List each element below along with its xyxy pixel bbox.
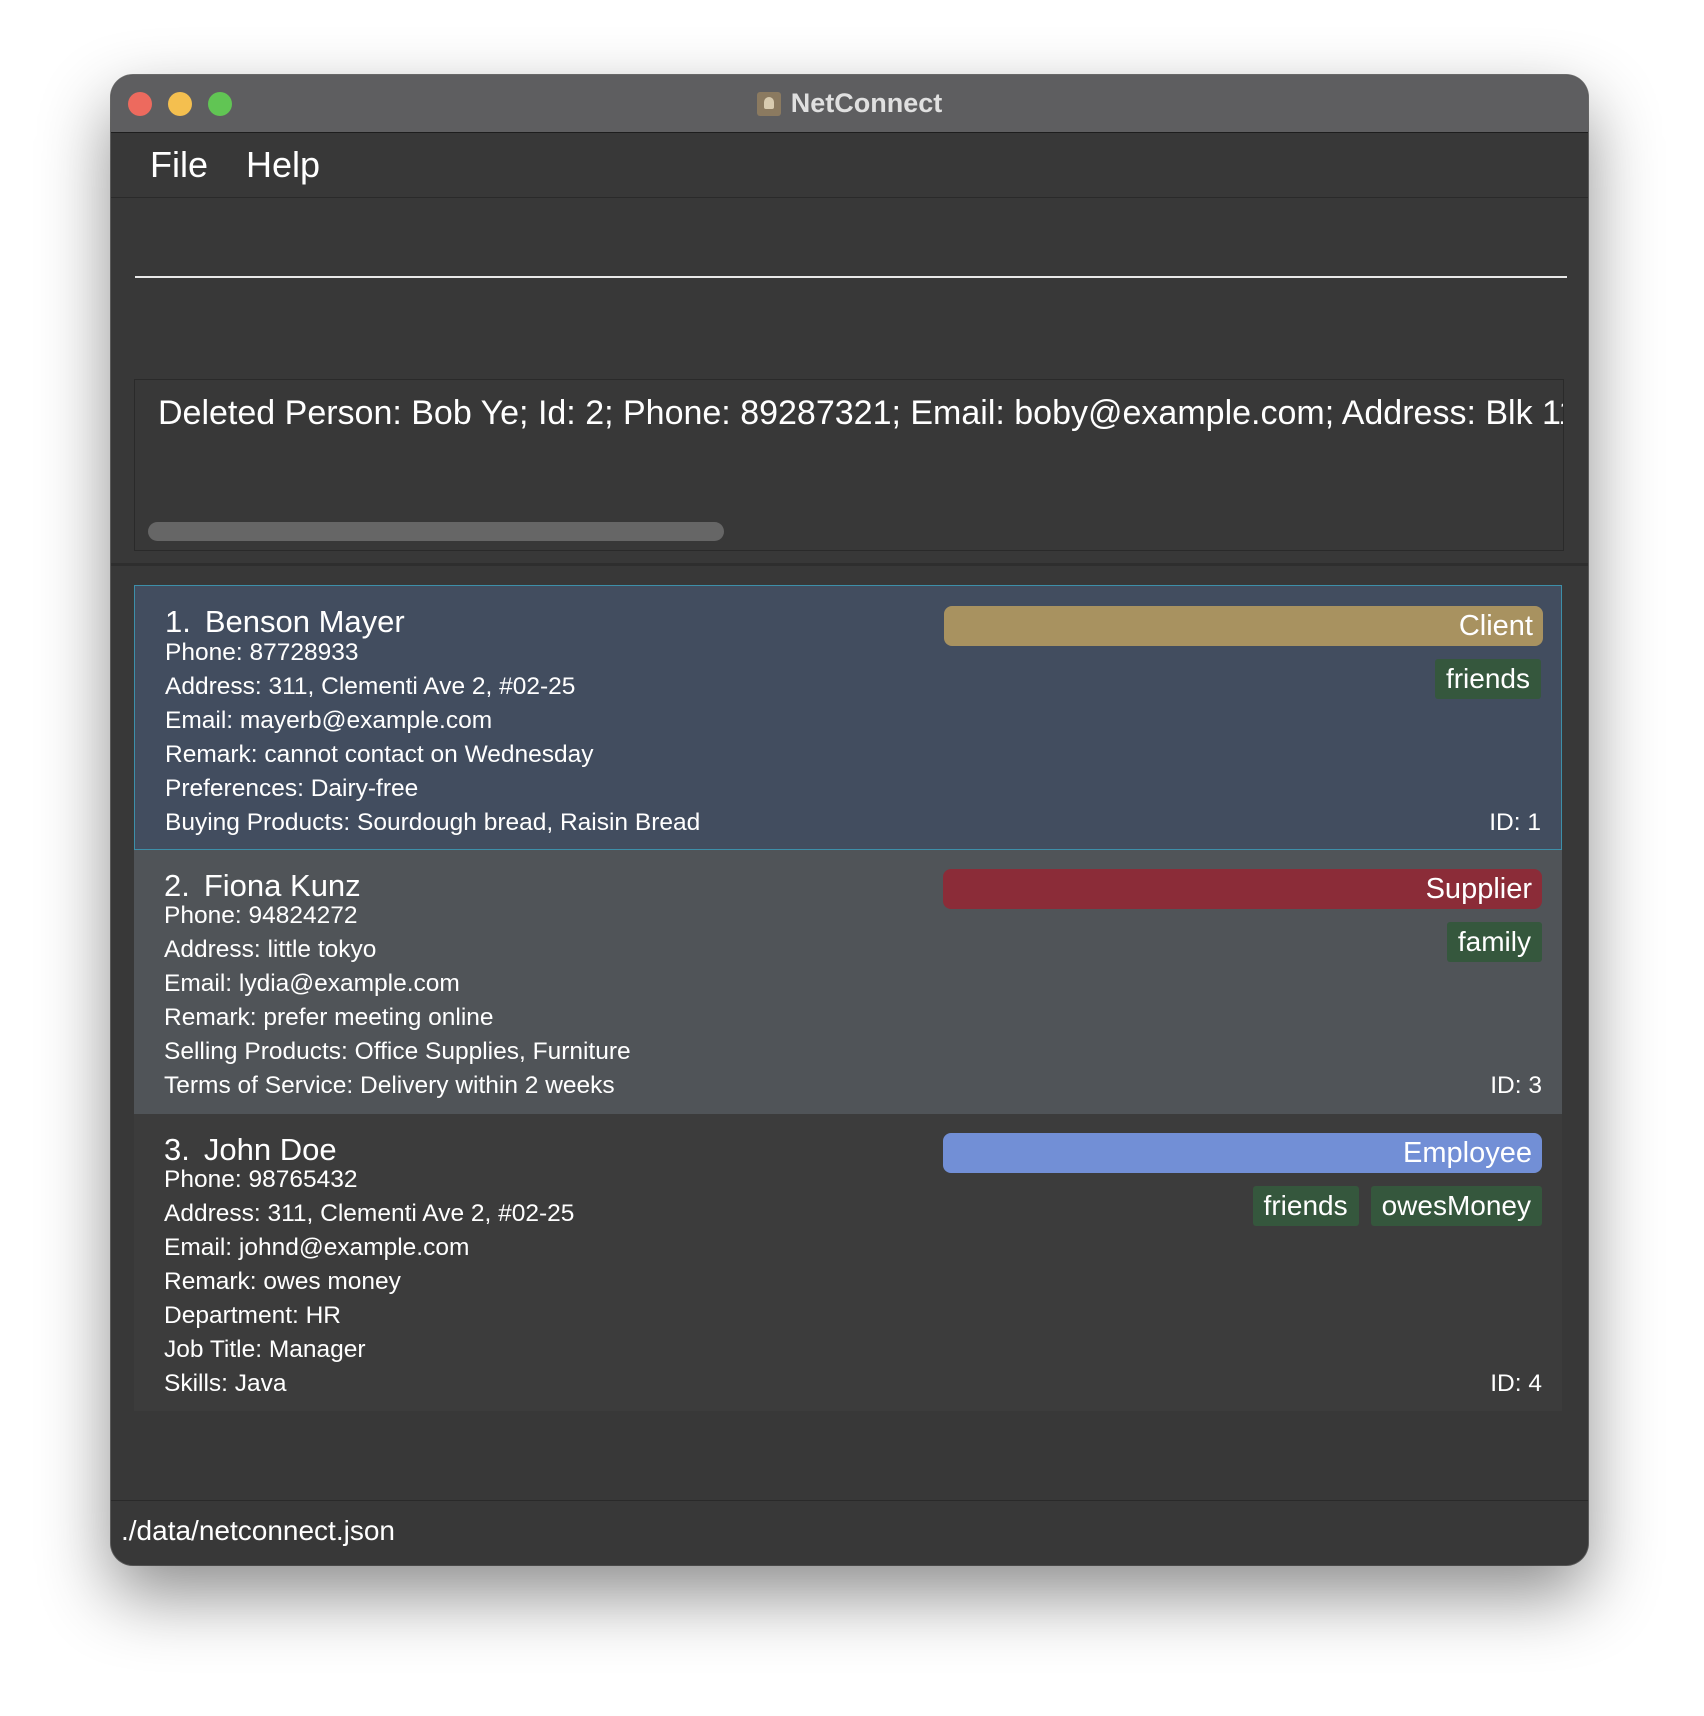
window-title: NetConnect — [790, 88, 943, 118]
person-phone: Phone: 87728933 — [165, 639, 359, 666]
person-preferences: Preferences: Dairy-free — [165, 775, 419, 802]
person-name-row: 3. John Doe — [164, 1132, 337, 1168]
status-bar: ./data/netconnect.json — [111, 1500, 1588, 1565]
person-phone: Phone: 94824272 — [164, 902, 358, 929]
person-index: 2. — [164, 868, 190, 903]
person-name: Fiona Kunz — [203, 868, 361, 903]
app-icon — [756, 91, 781, 116]
person-name-row: 2. Fiona Kunz — [164, 868, 361, 904]
person-department: Department: HR — [164, 1302, 342, 1329]
person-phone: Phone: 98765432 — [164, 1166, 358, 1193]
person-list: 1. Benson Mayer Phone: 87728933 Address: … — [134, 585, 1564, 1411]
panel-divider — [111, 563, 1588, 566]
person-index: 3. — [164, 1132, 190, 1167]
person-email: Email: mayerb@example.com — [165, 707, 493, 734]
menu-help[interactable]: Help — [242, 144, 324, 186]
save-file-path: ./data/netconnect.json — [121, 1515, 395, 1546]
tag-friends: friends — [1434, 659, 1541, 699]
tag-friends: friends — [1252, 1186, 1359, 1226]
person-skills: Skills: Java — [164, 1370, 287, 1397]
person-address: Address: 311, Clementi Ave 2, #02-25 — [164, 1200, 575, 1227]
command-box — [111, 198, 1588, 365]
person-name-row: 1. Benson Mayer — [165, 604, 405, 640]
person-card[interactable]: 3. John Doe Phone: 98765432 Address: 311,… — [134, 1114, 1562, 1411]
person-name: John Doe — [203, 1132, 337, 1167]
tag-family: family — [1446, 922, 1542, 962]
person-address: Address: little tokyo — [164, 936, 377, 963]
person-selling-products: Selling Products: Office Supplies, Furni… — [164, 1038, 631, 1065]
result-horizontal-scrollbar[interactable] — [148, 522, 724, 541]
person-id: ID: 4 — [1490, 1370, 1542, 1397]
result-display: Deleted Person: Bob Ye; Id: 2; Phone: 89… — [134, 379, 1564, 551]
person-name: Benson Mayer — [204, 604, 405, 639]
person-terms-of-service: Terms of Service: Delivery within 2 week… — [164, 1072, 615, 1099]
person-address: Address: 311, Clementi Ave 2, #02-25 — [165, 673, 576, 700]
person-id: ID: 1 — [1489, 809, 1541, 836]
tag-list: friends — [1434, 659, 1541, 699]
person-email: Email: johnd@example.com — [164, 1234, 470, 1261]
person-card[interactable]: 1. Benson Mayer Phone: 87728933 Address: … — [134, 585, 1562, 850]
person-remark: Remark: owes money — [164, 1268, 401, 1295]
person-card[interactable]: 2. Fiona Kunz Phone: 94824272 Address: li… — [134, 850, 1562, 1114]
result-message: Deleted Person: Bob Ye; Id: 2; Phone: 89… — [158, 394, 1563, 432]
person-remark: Remark: cannot contact on Wednesday — [165, 741, 594, 768]
role-badge-employee: Employee — [943, 1133, 1542, 1173]
person-email: Email: lydia@example.com — [164, 970, 460, 997]
window-title-area: NetConnect — [111, 75, 1588, 132]
menu-file[interactable]: File — [146, 144, 212, 186]
person-job-title: Job Title: Manager — [164, 1336, 366, 1363]
person-remark: Remark: prefer meeting online — [164, 1004, 494, 1031]
tag-list: family — [1446, 922, 1542, 962]
person-index: 1. — [165, 604, 191, 639]
menu-bar: File Help — [111, 133, 1588, 198]
role-badge-supplier: Supplier — [943, 869, 1542, 909]
command-input[interactable] — [135, 228, 1567, 278]
title-bar: NetConnect — [111, 75, 1588, 133]
person-id: ID: 3 — [1490, 1072, 1542, 1099]
tag-list: friends owesMoney — [1252, 1186, 1542, 1226]
tag-owes-money: owesMoney — [1370, 1186, 1542, 1226]
app-window: NetConnect File Help Deleted Person: Bob… — [111, 75, 1588, 1565]
person-buying-products: Buying Products: Sourdough bread, Raisin… — [165, 809, 701, 836]
role-badge-client: Client — [944, 606, 1543, 646]
